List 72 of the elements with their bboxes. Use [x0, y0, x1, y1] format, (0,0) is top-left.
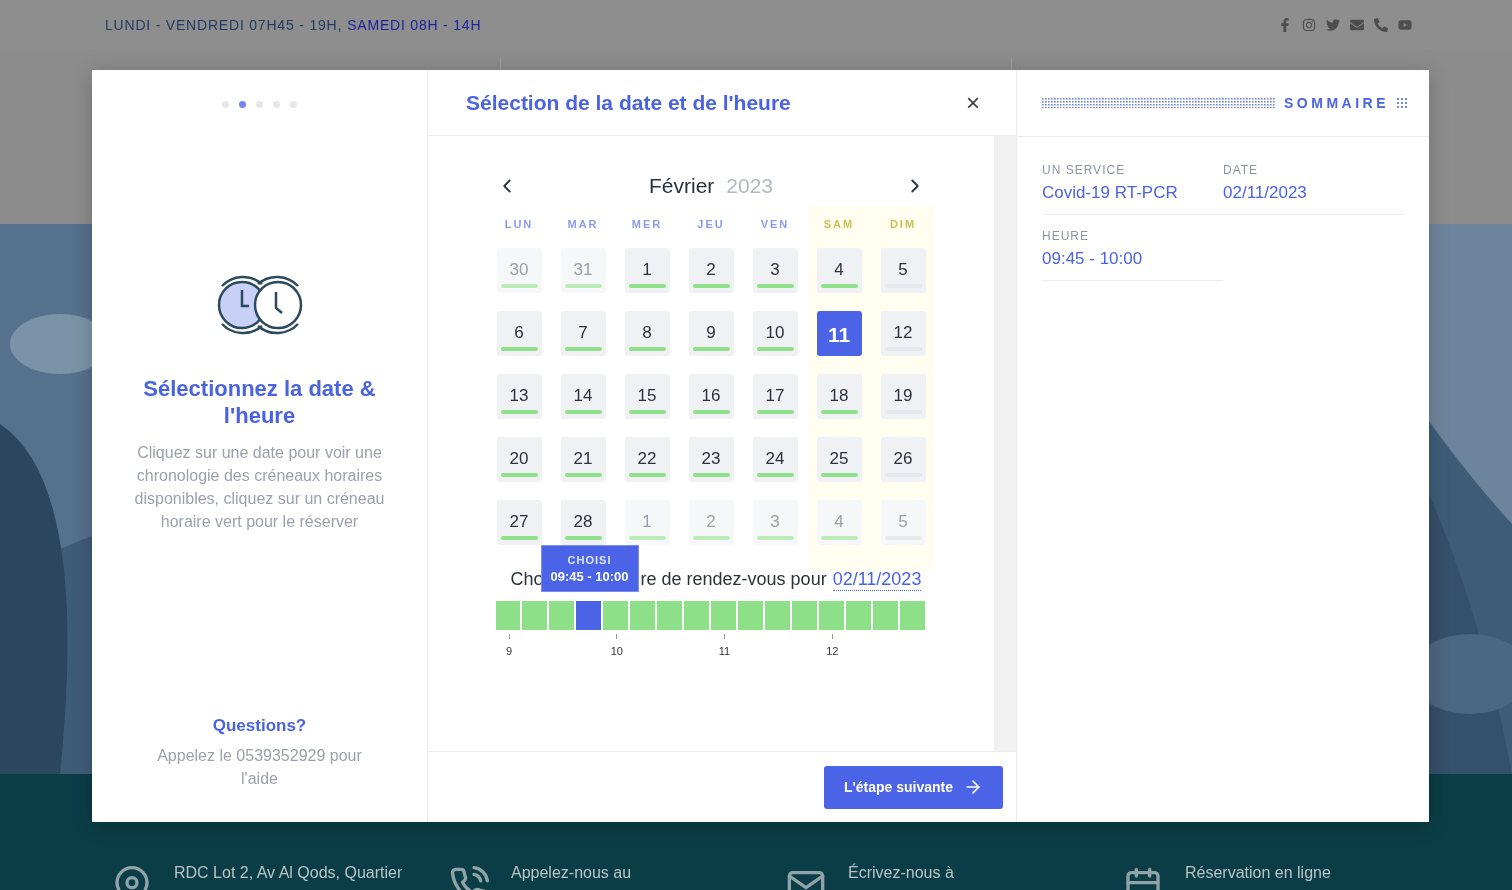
day-cell[interactable]: 23: [688, 437, 734, 482]
day-cell[interactable]: 21: [560, 437, 606, 482]
selected-slot-tooltip: CHOISI 09:45 - 10:00: [540, 545, 639, 592]
weekday-label: JEU: [696, 218, 726, 232]
phone-icon[interactable]: [1374, 18, 1388, 32]
instagram-icon[interactable]: [1302, 18, 1316, 32]
saturday-hours: SAMEDI 08H - 14H: [347, 17, 482, 33]
month-label: Février: [648, 174, 715, 198]
youtube-icon[interactable]: [1398, 18, 1412, 32]
day-cell[interactable]: 4: [816, 248, 862, 293]
contact-text: Écrivez-nous à: [848, 864, 954, 882]
day-cell[interactable]: 8: [624, 311, 670, 356]
weekday-label: VEN: [759, 218, 791, 232]
next-step-button[interactable]: L'étape suivante: [824, 765, 1003, 809]
facebook-icon[interactable]: [1278, 18, 1292, 32]
twitter-icon[interactable]: [1326, 18, 1340, 32]
modal-title: Sélection de la date et de l'heure: [466, 90, 791, 115]
opening-hours: LUNDI - VENDREDI 07H45 - 19H,: [105, 17, 343, 33]
day-cell[interactable]: 3: [752, 248, 798, 293]
day-cell[interactable]: 10: [752, 311, 798, 356]
hour-tick: 10: [609, 645, 624, 657]
summary-label: HEURE: [1042, 229, 1090, 243]
day-cell[interactable]: 28: [560, 500, 606, 545]
day-cell[interactable]: 24: [752, 437, 798, 482]
summary-label: DATE: [1223, 163, 1260, 177]
day-cell[interactable]: 27: [496, 500, 542, 545]
contact-text: Appelez-nous au: [511, 864, 632, 882]
day-cell[interactable]: 6: [496, 311, 542, 356]
weekday-label: SAM: [822, 218, 856, 232]
year-label: 2023: [726, 174, 774, 198]
weekday-label: DIM: [888, 218, 918, 232]
day-cell[interactable]: 17: [752, 374, 798, 419]
summary-value: Covid-19 RT-PCR: [1042, 183, 1179, 203]
day-cell[interactable]: 7: [560, 311, 606, 356]
weekday-label: LUN: [503, 218, 535, 232]
time-slot[interactable]: [576, 601, 602, 630]
hour-tick: 9: [504, 645, 514, 657]
day-cell[interactable]: 14: [560, 374, 606, 419]
hour-tick: 12: [825, 645, 840, 657]
contact-text: RDC Lot 2, Av Al Qods, Quartier: [174, 864, 403, 882]
hour-tick: 11: [717, 645, 732, 657]
summary-value: 02/11/2023: [1223, 183, 1308, 203]
day-cell[interactable]: 13: [496, 374, 542, 419]
mail-icon[interactable]: [1350, 18, 1364, 32]
summary-title: SOMMAIRE: [1284, 95, 1389, 111]
help-text: Appelez le 0539352929 pour l'aide: [156, 746, 363, 789]
day-cell[interactable]: 19: [880, 374, 926, 419]
intro-title: Sélectionnez la date & l'heure: [142, 375, 377, 429]
contact-text: Réservation en ligne: [1185, 864, 1331, 882]
close-button[interactable]: ×: [966, 90, 980, 115]
day-cell[interactable]: 20: [496, 437, 542, 482]
summary-value: 09:45 - 10:00: [1042, 249, 1144, 269]
summary-label: UN SERVICE: [1042, 163, 1127, 177]
day-cell[interactable]: 16: [688, 374, 734, 419]
day-cell[interactable]: 2: [688, 248, 734, 293]
day-cell[interactable]: 12: [880, 311, 926, 356]
day-cell[interactable]: 15: [624, 374, 670, 419]
day-cell[interactable]: 1: [624, 248, 670, 293]
day-cell[interactable]: 26: [880, 437, 926, 482]
help-title: Questions?: [212, 716, 307, 736]
day-cell[interactable]: 18: [816, 374, 862, 419]
prompt-text: re de rendez-vous pour: [640, 569, 827, 590]
weekday-label: MER: [630, 218, 664, 232]
day-cell[interactable]: 5: [880, 248, 926, 293]
intro-text: Cliquez sur une date pour voir une chronologie des créneaux horaires disponibles, cliquez sur un créneau horaire vert pour le réserver: [134, 443, 385, 532]
weekday-label: MAR: [566, 218, 600, 232]
day-cell[interactable]: 11: [816, 311, 862, 356]
day-cell[interactable]: 22: [624, 437, 670, 482]
date-link[interactable]: 02/11/2023: [832, 569, 922, 591]
grid-icon: [1397, 98, 1407, 108]
day-cell[interactable]: 9: [688, 311, 734, 356]
day-cell[interactable]: 25: [816, 437, 862, 482]
